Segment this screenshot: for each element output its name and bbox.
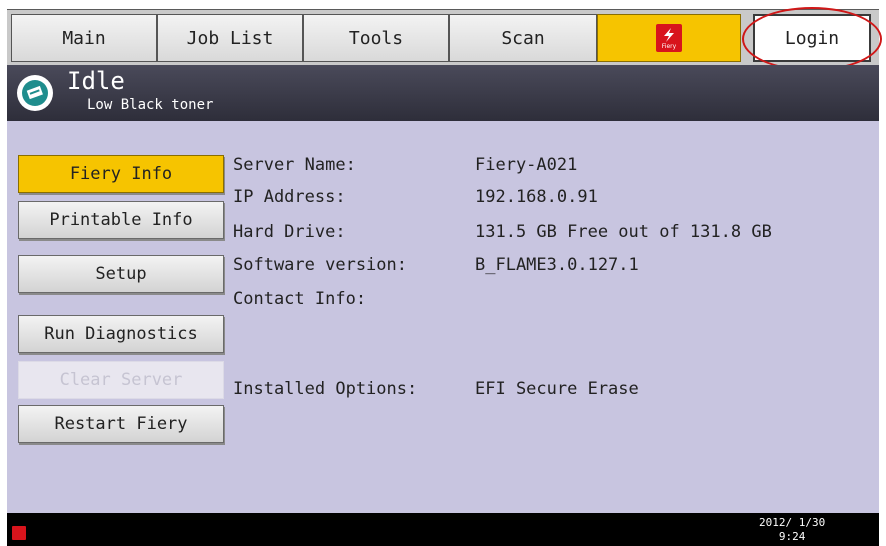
top-tab-bar: Main Job List Tools Scan Fiery Login (7, 9, 879, 66)
clock-time: 9:24 (778, 530, 806, 543)
hard-drive-label: Hard Drive: (233, 222, 346, 242)
hard-drive-value: 131.5 GB Free out of 131.8 GB (475, 222, 772, 242)
clock-date: 2012/ 1/30 (759, 516, 826, 529)
clear-server-label: Clear Server (59, 370, 183, 390)
run-diagnostics-label: Run Diagnostics (44, 324, 198, 344)
tab-tools-label: Tools (348, 27, 404, 49)
login-button[interactable]: Login (753, 14, 871, 62)
printer-panel: Main Job List Tools Scan Fiery Login Idl… (7, 7, 882, 546)
tab-job-list-label: Job List (186, 27, 274, 49)
clear-server-button: Clear Server (18, 361, 224, 399)
fiery-small-icon (12, 526, 26, 540)
clock: 2012/ 1/30 9:24 (759, 516, 825, 544)
fiery-info-button[interactable]: Fiery Info (18, 155, 224, 193)
run-diagnostics-button[interactable]: Run Diagnostics (18, 315, 224, 353)
printable-info-label: Printable Info (49, 210, 193, 230)
contact-info-label: Contact Info: (233, 289, 367, 309)
tab-scan-label: Scan (501, 27, 545, 49)
status-title: Idle (67, 67, 125, 95)
restart-fiery-button[interactable]: Restart Fiery (18, 405, 224, 443)
fiery-logo-icon: Fiery (656, 24, 682, 52)
tab-tools[interactable]: Tools (303, 14, 449, 62)
installed-options-value: EFI Secure Erase (475, 379, 639, 399)
bottom-status-bar: 2012/ 1/30 9:24 (7, 513, 879, 546)
printable-info-button[interactable]: Printable Info (18, 201, 224, 239)
tab-main-label: Main (62, 27, 106, 49)
fiery-logo-text: Fiery (661, 42, 677, 50)
setup-button[interactable]: Setup (18, 255, 224, 293)
restart-fiery-label: Restart Fiery (54, 414, 188, 434)
software-version-label: Software version: (233, 255, 407, 275)
tab-main[interactable]: Main (11, 14, 157, 62)
server-name-value: Fiery-A021 (475, 155, 578, 175)
software-version-value: B_FLAME3.0.127.1 (475, 255, 639, 275)
login-label: Login (784, 27, 840, 49)
status-subtitle: Low Black toner (87, 97, 214, 113)
printer-status-icon (17, 75, 53, 111)
tab-scan[interactable]: Scan (449, 14, 597, 62)
ip-address-label: IP Address: (233, 187, 346, 207)
server-name-label: Server Name: (233, 155, 356, 175)
tab-fiery[interactable]: Fiery (597, 14, 741, 62)
tab-job-list[interactable]: Job List (157, 14, 303, 62)
installed-options-label: Installed Options: (233, 379, 418, 399)
fiery-info-label: Fiery Info (69, 164, 173, 184)
main-panel: Fiery Info Printable Info Setup Run Diag… (7, 121, 879, 513)
setup-label: Setup (95, 264, 147, 284)
lightning-icon (664, 27, 674, 42)
ip-address-value: 192.168.0.91 (475, 187, 598, 207)
status-header: Idle Low Black toner (7, 65, 879, 121)
